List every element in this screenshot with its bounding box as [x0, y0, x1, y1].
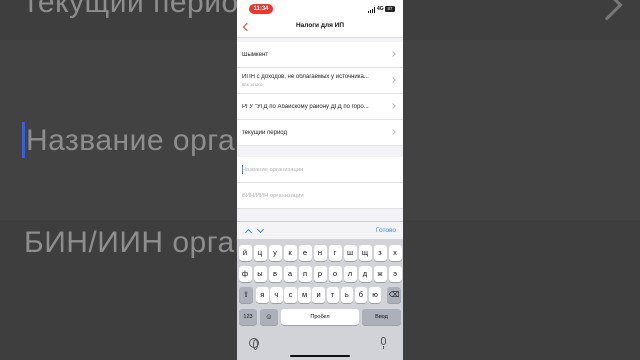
key[interactable]: ц: [253, 245, 267, 261]
key[interactable]: в: [268, 266, 282, 282]
chevron-right-icon: [390, 51, 396, 57]
key[interactable]: э: [388, 266, 402, 282]
key[interactable]: п: [298, 266, 312, 282]
background-text-period: текущий период: [24, 0, 237, 19]
key[interactable]: а: [283, 266, 297, 282]
key[interactable]: л: [343, 266, 357, 282]
return-key[interactable]: Ввод: [362, 309, 401, 325]
chevron-up-icon[interactable]: [244, 228, 253, 237]
key[interactable]: д: [358, 266, 372, 282]
list-item-period[interactable]: текущий период: [237, 120, 403, 146]
list-item-label: текущий период: [242, 130, 287, 136]
org-name-input[interactable]: [242, 165, 392, 175]
background-band: [403, 40, 640, 220]
list-item-label: Шымкент: [242, 52, 269, 58]
keyboard-row-1: йцукенгшщзх: [237, 245, 403, 261]
key[interactable]: с: [284, 287, 297, 303]
org-name-row: [237, 157, 403, 183]
key[interactable]: г: [328, 245, 342, 261]
shift-key[interactable]: ⇧: [239, 287, 253, 303]
delete-key[interactable]: ⌫: [387, 287, 401, 303]
key[interactable]: я: [256, 287, 269, 303]
key[interactable]: х: [388, 245, 402, 261]
key[interactable]: ю: [368, 287, 382, 303]
background-right-zoom: [403, 0, 640, 360]
key[interactable]: й: [238, 245, 252, 261]
phone-screen: 11:34 4G 87 Налоги для ИП Шымкент ИПН с …: [237, 0, 403, 360]
bin-row: [237, 183, 403, 209]
key[interactable]: е: [298, 245, 312, 261]
background-caret: [22, 122, 25, 158]
key[interactable]: и: [312, 287, 325, 303]
status-time: 11:34: [249, 4, 273, 14]
key[interactable]: т: [326, 287, 339, 303]
status-bar: 11:34 4G 87: [237, 0, 403, 16]
background-text-bin: БИН/ИИН организации: [24, 226, 237, 259]
navigation-bar: Налоги для ИП: [237, 16, 403, 38]
background-text-org: Название организации: [26, 124, 237, 157]
background-chevron-icon: [591, 0, 623, 21]
key[interactable]: р: [313, 266, 327, 282]
key[interactable]: з: [373, 245, 387, 261]
key[interactable]: ш: [343, 245, 357, 261]
key[interactable]: н: [313, 245, 327, 261]
background-left-zoom: текущий период Название организации БИН/…: [0, 0, 237, 360]
network-label: 4G: [377, 6, 384, 12]
chevron-down-icon[interactable]: [256, 225, 265, 234]
key[interactable]: ы: [253, 266, 267, 282]
keyboard-toolbar: Готово: [237, 221, 403, 239]
list-item-authority[interactable]: РГУ "УГД по Абайскому району ДГД по горо…: [237, 94, 403, 120]
key[interactable]: о: [328, 266, 342, 282]
key[interactable]: к: [283, 245, 297, 261]
key[interactable]: ь: [340, 287, 354, 303]
key[interactable]: ж: [373, 266, 387, 282]
key[interactable]: б: [354, 287, 368, 303]
keyboard-row-4: 123 ☺ Пробел Ввод: [237, 309, 403, 325]
home-indicator: [290, 354, 350, 357]
key[interactable]: ч: [270, 287, 283, 303]
settings-list: Шымкент ИПН с доходов, не облагаемых у и…: [237, 42, 403, 146]
keyboard-row-3: ⇧ ⌫ ячсмитьбю: [237, 287, 403, 303]
numbers-key[interactable]: 123: [239, 309, 257, 325]
list-item-sublabel: КБК 101202: [242, 83, 263, 87]
microphone-icon[interactable]: [381, 337, 386, 349]
key[interactable]: у: [268, 245, 282, 261]
list-item-tax-type[interactable]: ИПН с доходов, не облагаемых у источника…: [237, 68, 403, 94]
key[interactable]: м: [298, 287, 311, 303]
list-item-label: ИПН с доходов, не облагаемых у источника…: [242, 74, 369, 80]
chevron-right-icon: [390, 129, 396, 135]
emoji-key[interactable]: ☺: [260, 309, 278, 325]
done-button[interactable]: Готово: [376, 227, 396, 234]
chevron-right-icon: [390, 77, 396, 83]
page-title: Налоги для ИП: [295, 22, 345, 29]
keyboard-row-2: фывапролджэ: [237, 266, 403, 282]
organization-form: [237, 157, 403, 209]
keyboard: Готово йцукенгшщзх фывапролджэ ⇧ ⌫ ячсми…: [237, 221, 403, 360]
key[interactable]: ф: [238, 266, 252, 282]
bin-input[interactable]: [242, 191, 392, 201]
key[interactable]: щ: [358, 245, 372, 261]
battery-icon: 87: [385, 6, 395, 12]
list-item-city[interactable]: Шымкент: [237, 42, 403, 68]
signal-icon: [368, 7, 376, 13]
chevron-right-icon: [390, 103, 396, 109]
globe-icon[interactable]: [249, 338, 259, 350]
space-key[interactable]: Пробел: [281, 309, 359, 325]
list-item-label: РГУ "УГД по Абайскому району ДГД по горо…: [242, 104, 369, 110]
